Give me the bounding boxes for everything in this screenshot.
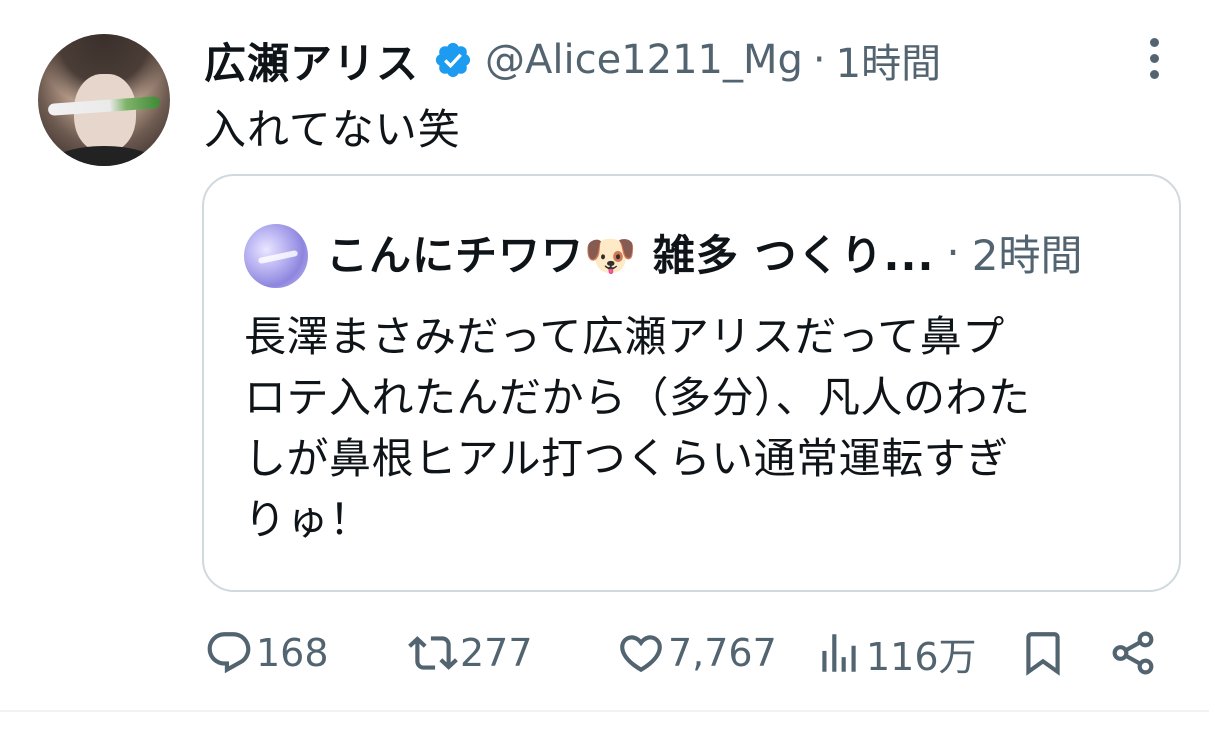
action-bar: 168 277 7,767 116万 — [0, 622, 1209, 684]
share-icon — [1112, 631, 1154, 675]
bookmark-button[interactable] — [1018, 622, 1068, 684]
quoted-text-line: りゅ！ — [244, 495, 372, 544]
bookmark-icon — [1026, 632, 1060, 676]
tweet-text: 入れてない笑 — [204, 105, 461, 154]
retweet-count: 277 — [460, 631, 533, 675]
avatar[interactable] — [38, 34, 170, 166]
tweet-header: 広瀬アリス @Alice1211_Mg · 1時間 — [204, 31, 941, 89]
views-icon — [822, 634, 856, 672]
reply-icon — [207, 632, 251, 674]
verified-badge-icon — [435, 42, 471, 78]
quoted-text-line: しが鼻根ヒアル打つくらい通常運転すぎ — [244, 434, 1009, 483]
handle[interactable]: @Alice1211_Mg — [485, 37, 803, 83]
quoted-text: 長澤まさみだって広瀬アリスだって鼻プ ロテ入れたんだから（多分）、凡人のわた し… — [244, 306, 1144, 550]
views-count: 116万 — [866, 634, 977, 679]
tweet: 広瀬アリス @Alice1211_Mg · 1時間 入れてない笑 こんにチワワ🐶… — [0, 0, 1209, 732]
retweet-button[interactable]: 277 — [408, 622, 533, 684]
like-count: 7,767 — [668, 631, 777, 675]
more-dots-icon[interactable] — [1142, 38, 1166, 82]
share-button[interactable] — [1108, 622, 1158, 684]
views-button[interactable]: 116万 — [814, 622, 977, 684]
timestamp[interactable]: 1時間 — [836, 31, 941, 89]
quoted-display-name[interactable]: こんにチワワ🐶 雑多 つくり... — [326, 222, 934, 283]
quoted-text-line: ロテ入れたんだから（多分）、凡人のわた — [244, 373, 1031, 422]
reply-button[interactable]: 168 — [204, 622, 329, 684]
reply-count: 168 — [256, 631, 329, 675]
quoted-header: こんにチワワ🐶 雑多 つくり... · 2時間 — [326, 220, 1083, 284]
retweet-icon — [408, 636, 458, 670]
quoted-tweet[interactable]: こんにチワワ🐶 雑多 つくり... · 2時間 長澤まさみだって広瀬アリスだって… — [202, 174, 1181, 592]
quoted-text-line: 長澤まさみだって広瀬アリスだって鼻プ — [244, 312, 1005, 361]
quoted-timestamp[interactable]: 2時間 — [972, 222, 1083, 283]
like-icon — [620, 635, 662, 673]
separator-dot: · — [812, 37, 826, 83]
like-button[interactable]: 7,767 — [616, 622, 777, 684]
quoted-avatar[interactable] — [244, 224, 308, 288]
quoted-separator: · — [946, 227, 960, 277]
display-name[interactable]: 広瀬アリス — [204, 30, 419, 91]
divider — [0, 710, 1209, 712]
